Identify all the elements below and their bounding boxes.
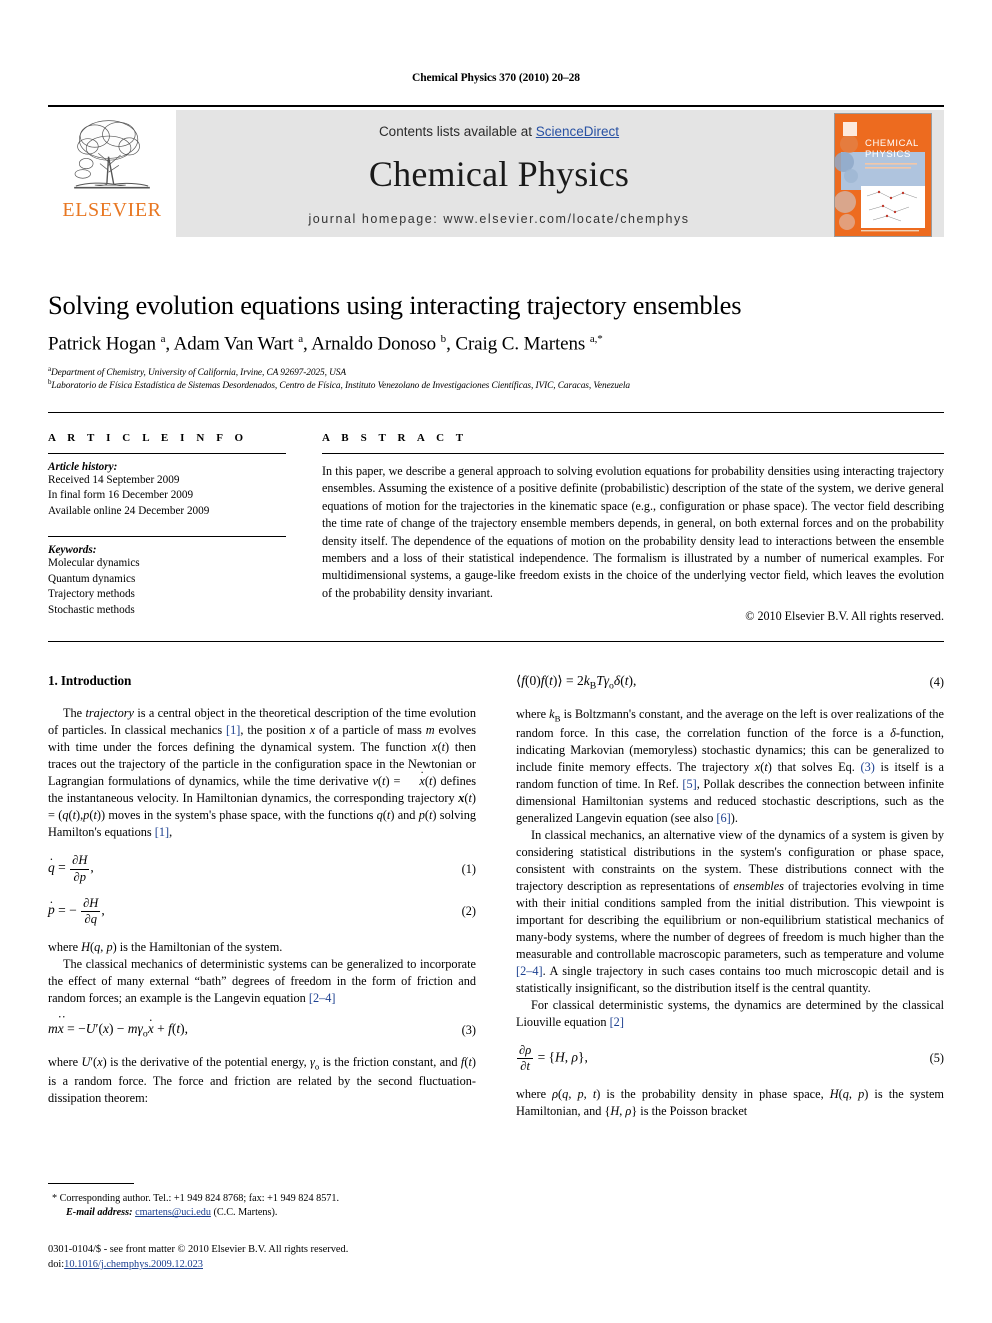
journal-title: Chemical Physics [368,154,630,194]
email-label: E-mail address: [66,1207,133,1219]
imprint-block: 0301-0104/$ - see front matter © 2010 El… [48,1243,478,1273]
affiliation-b: bLaboratorio de Física Estadística de Si… [48,378,630,392]
abstract-copyright: © 2010 Elsevier B.V. All rights reserved… [745,609,944,624]
author-list: Patrick Hogan a, Adam Van Wart a, Arnald… [48,333,603,355]
abstract-heading: A B S T R A C T [322,432,468,444]
issn-line: 0301-0104/$ - see front matter © 2010 El… [48,1244,349,1255]
equation-4: ⟨f(0)f(t)⟩ = 2kBTγoδ(t), (4) [516,672,944,693]
journal-cover-art: CHEMICAL PHYSICS [835,114,931,236]
equation-2-body: .p = − ∂H ∂q, [48,891,105,926]
equation-4-number: (4) [929,675,944,690]
equation-2: .p = − ∂H ∂q, (2) [48,891,476,926]
cover-title-line1: CHEMICAL [865,138,919,149]
keyword-item: Molecular dynamics [48,557,140,570]
equation-5: ∂ρ ∂t = {H, ρ}, (5) [516,1044,944,1073]
elsevier-tree-icon [74,120,150,189]
article-history-received: Received 14 September 2009 [48,474,180,486]
paragraph-intro-1: The trajectory is a central object in th… [48,706,477,840]
section-heading-introduction: 1. Introduction [48,673,132,688]
email-link[interactable]: cmartens@uci.edu [135,1207,211,1218]
sciencedirect-link[interactable]: ScienceDirect [536,124,619,139]
doi-link[interactable]: 10.1016/j.chemphys.2009.12.023 [64,1259,203,1270]
keyword-item: Quantum dynamics [48,572,136,585]
equation-1-number: (1) [461,861,476,876]
article-history-available-online: Available online 24 December 2009 [48,504,210,517]
abstract-body: In this paper, we describe a general app… [322,464,944,600]
footnote-block: * Corresponding author. Tel.: +1 949 824… [48,1192,478,1221]
affiliation-b-text: Laboratorio de Física Estadística de Sis… [51,381,630,392]
paragraph-right-1: where kB is Boltzmann's constant, and th… [516,707,945,825]
paragraph-right-2: In classical mechanics, an alternative v… [516,827,944,996]
doi-line: doi:10.1016/j.chemphys.2009.12.023 [48,1258,478,1273]
corresponding-author-note: * Corresponding author. Tel.: +1 949 824… [52,1193,340,1204]
elsevier-logo: ELSEVIER [48,110,176,237]
paragraph-intro-3: The classical mechanics of deterministic… [48,956,476,1005]
doi-label: doi: [48,1258,65,1270]
running-head: Chemical Physics 370 (2010) 20–28 [412,72,580,84]
abstract-rule [322,453,944,454]
email-note: E-mail address: cmartens@uci.edu (C.C. M… [48,1206,478,1220]
paper-page: Chemical Physics 370 (2010) 20–28 ELSEVI… [0,0,992,1323]
equation-3-body: m ·· x = −U′(x) − mγo. x + f(t), [48,1010,189,1040]
contents-available-line: Contents lists available at ScienceDirec… [379,124,619,139]
contents-prefix: Contents lists available at [378,124,536,139]
equation-5-body: ∂ρ ∂t = {H, ρ}, [517,1043,588,1074]
article-info-column: A R T I C L E I N F O Article history: R… [48,432,286,618]
equation-3: m ·· x = −U′(x) − mγo. x + f(t), (3) [48,1010,476,1041]
article-info-heading: A R T I C L E I N F O [48,432,248,444]
paragraph-intro-2: where H(q, p) is the Hamiltonian of the … [48,939,283,954]
keyword-item: Trajectory methods [48,588,135,601]
journal-masthead: ELSEVIER Contents lists available at Sci… [48,105,944,237]
equation-1: .q = ∂H ∂p, (1) [48,849,476,884]
masthead-center: Contents lists available at ScienceDirec… [176,110,822,237]
keyword-item: Stochastic methods [48,603,135,616]
article-history-label: Article history: [48,461,118,473]
article-history-final-form: In final form 16 December 2009 [48,489,194,502]
footnote-rule [48,1183,134,1184]
paragraph-right-4: where ρ(q, p, t) is the probability dens… [516,1087,944,1119]
email-owner: (C.C. Martens). [213,1207,278,1219]
cover-title-line2: PHYSICS [865,149,911,160]
keywords-label: Keywords: [48,544,97,557]
equation-4-body: ⟨f(0)f(t)⟩ = 2kBTγoδ(t), [516,673,637,692]
journal-cover-thumbnail[interactable]: CHEMICAL PHYSICS [834,113,932,237]
body-column-right: ⟨f(0)f(t)⟩ = 2kBTγoδ(t), (4) where kB is… [516,672,944,1120]
equation-2-number: (2) [461,903,476,918]
panel-rule-top [48,412,944,413]
elsevier-wordmark: ELSEVIER [62,199,162,221]
body-column-left: 1. Introduction The trajectory is a cent… [48,672,476,1107]
paragraph-right-3: For classical deterministic systems, the… [516,998,944,1030]
abstract-column: A B S T R A C T In this paper, we descri… [322,432,944,624]
keywords-rule [48,536,286,538]
paragraph-intro-4: where U′(x) is the derivative of the pot… [48,1055,476,1105]
journal-homepage[interactable]: journal homepage: www.elsevier.com/locat… [176,212,822,226]
affiliation-a-text: Department of Chemistry, University of C… [51,368,346,379]
equation-1-body: .q = ∂H ∂p, [48,849,94,884]
equation-3-number: (3) [461,1023,476,1038]
panel-rule-bottom [48,641,944,642]
page-title: Solving evolution equations using intera… [48,290,742,320]
article-info-rule [48,453,286,454]
journal-cover-slot: CHEMICAL PHYSICS [822,110,944,237]
equation-5-number: (5) [929,1051,944,1066]
